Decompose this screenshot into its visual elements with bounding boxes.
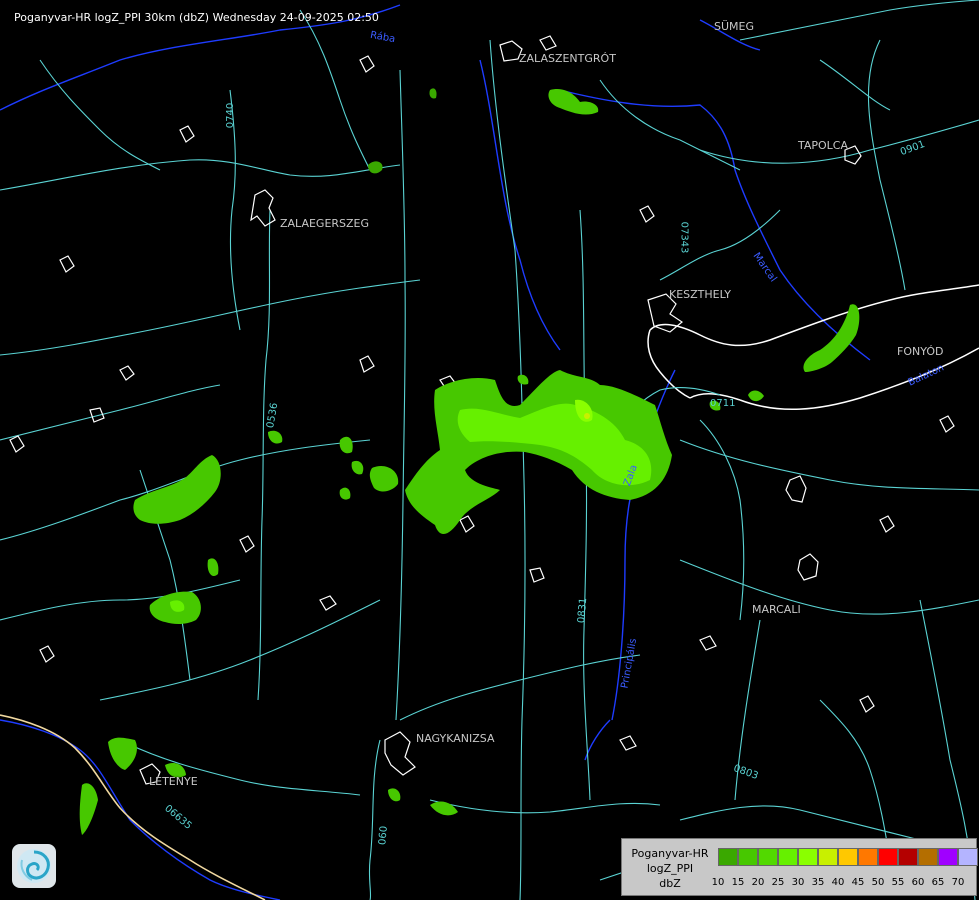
road-label-07343: 07343 [678, 221, 690, 254]
legend-swatch-55 [898, 848, 918, 866]
city-label-letenye: LETENYE [149, 775, 198, 788]
city-label-tapolca: TAPOLCA [798, 139, 849, 152]
road-label-0711: 0711 [710, 398, 736, 409]
legend-swatch-65 [938, 848, 958, 866]
dbz-legend: Poganyvar-HR logZ_PPI dbZ 10 15 20 25 30 35 40… [621, 838, 978, 896]
echo-max [584, 413, 590, 419]
road-label-0831: 0831 [576, 597, 590, 624]
legend-swatch-60 [918, 848, 938, 866]
city-label-keszthely: KESZTHELY [669, 288, 732, 301]
legend-swatch-50 [878, 848, 898, 866]
city-label-sumeg: SÜMEG [714, 20, 754, 33]
legend-swatch-35 [818, 848, 838, 866]
map-title: Poganyvar-HR logZ_PPI 30km (dbZ) Wednesd… [14, 11, 379, 24]
city-label-zalaszentgrot: ZALASZENTGRÓT [519, 52, 616, 65]
road-label-060: 060 [377, 825, 390, 846]
legend-title-product: logZ_PPI [646, 862, 694, 875]
legend-title-unit: dbZ [659, 877, 681, 890]
legend-swatch-40 [838, 848, 858, 866]
weather-service-logo [12, 844, 56, 888]
legend-swatch-70 [958, 848, 978, 866]
legend-swatch-10 [718, 848, 738, 866]
road-label-0740: 0740 [225, 102, 237, 129]
legend-swatch-20 [758, 848, 778, 866]
city-label-nagykanizsa: NAGYKANIZSA [416, 732, 495, 745]
radar-map [0, 0, 979, 900]
swirl-icon [17, 849, 51, 883]
legend-swatch-25 [778, 848, 798, 866]
legend-swatch-15 [738, 848, 758, 866]
city-label-zalaegerszeg: ZALAEGERSZEG [280, 217, 370, 230]
city-label-marcali: MARCALI [752, 603, 801, 616]
legend-title-radar: Poganyvar-HR [631, 847, 709, 860]
legend-tick-70: 70 [951, 877, 965, 888]
legend-swatch-30 [798, 848, 818, 866]
legend-swatch-45 [858, 848, 878, 866]
city-label-fonyod: FONYÓD [897, 345, 944, 358]
